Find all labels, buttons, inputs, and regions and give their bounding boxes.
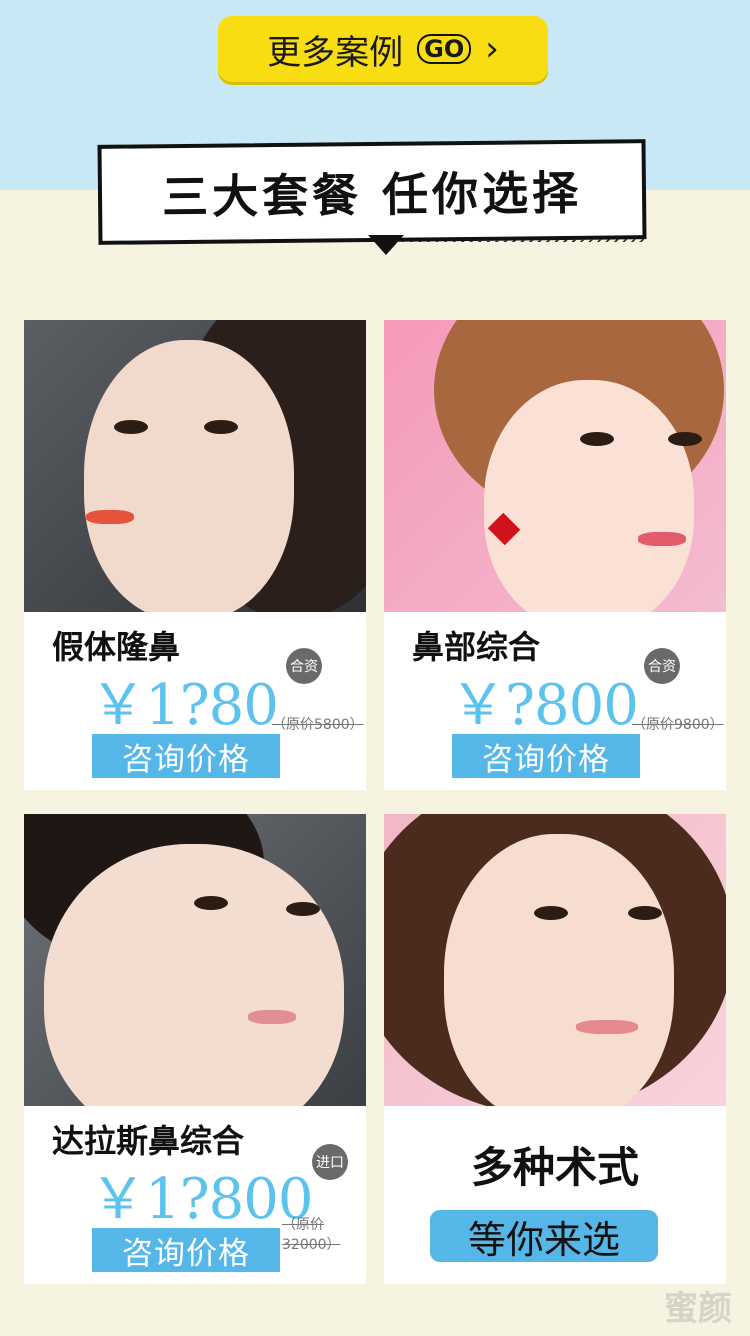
model-photo xyxy=(24,814,366,1106)
more-cases-button[interactable]: 更多案例 GO › xyxy=(218,16,548,82)
package-card-nose-combo[interactable]: 鼻部综合 合资 ￥?800 （原价9800） 咨询价格 xyxy=(384,320,726,790)
package-price: ￥1?800 xyxy=(90,1167,314,1232)
consult-price-button[interactable]: 咨询价格 xyxy=(92,734,280,778)
banner-pointer xyxy=(368,235,404,255)
go-icon: GO xyxy=(417,34,472,64)
consult-price-button[interactable]: 咨询价格 xyxy=(92,1228,280,1272)
package-price: ￥1?80 xyxy=(90,673,279,738)
model-photo xyxy=(384,320,726,612)
origin-badge: 合资 xyxy=(286,648,322,684)
chevron-right-icon: › xyxy=(485,29,499,69)
section-title: 三大套餐 任你选择 xyxy=(97,139,647,245)
choose-button[interactable]: 等你来选 xyxy=(430,1210,658,1262)
more-cases-label: 更多案例 xyxy=(267,32,404,73)
model-photo xyxy=(24,320,366,612)
more-styles-title: 多种术式 xyxy=(470,1143,639,1192)
section-banner: 三大套餐 任你选择 xyxy=(97,139,647,255)
watermark-logo: 蜜颜 xyxy=(664,1289,732,1329)
original-price: （原价9800） xyxy=(632,717,724,733)
package-price: ￥?800 xyxy=(450,673,639,738)
package-card-dallas-nose[interactable]: 达拉斯鼻综合 进口 ￥1?800 （原价32000） 咨询价格 xyxy=(24,814,366,1284)
consult-price-button[interactable]: 咨询价格 xyxy=(452,734,640,778)
package-card-rhinoplasty-implant[interactable]: 假体隆鼻 合资 ￥1?80 （原价5800） 咨询价格 xyxy=(24,320,366,790)
original-price: （原价32000） xyxy=(282,1217,341,1253)
origin-badge: 合资 xyxy=(644,648,680,684)
original-price: （原价5800） xyxy=(272,717,364,733)
package-card-more-styles[interactable]: 多种术式 等你来选 xyxy=(384,814,726,1284)
model-photo xyxy=(384,814,726,1106)
origin-badge: 进口 xyxy=(312,1144,348,1180)
